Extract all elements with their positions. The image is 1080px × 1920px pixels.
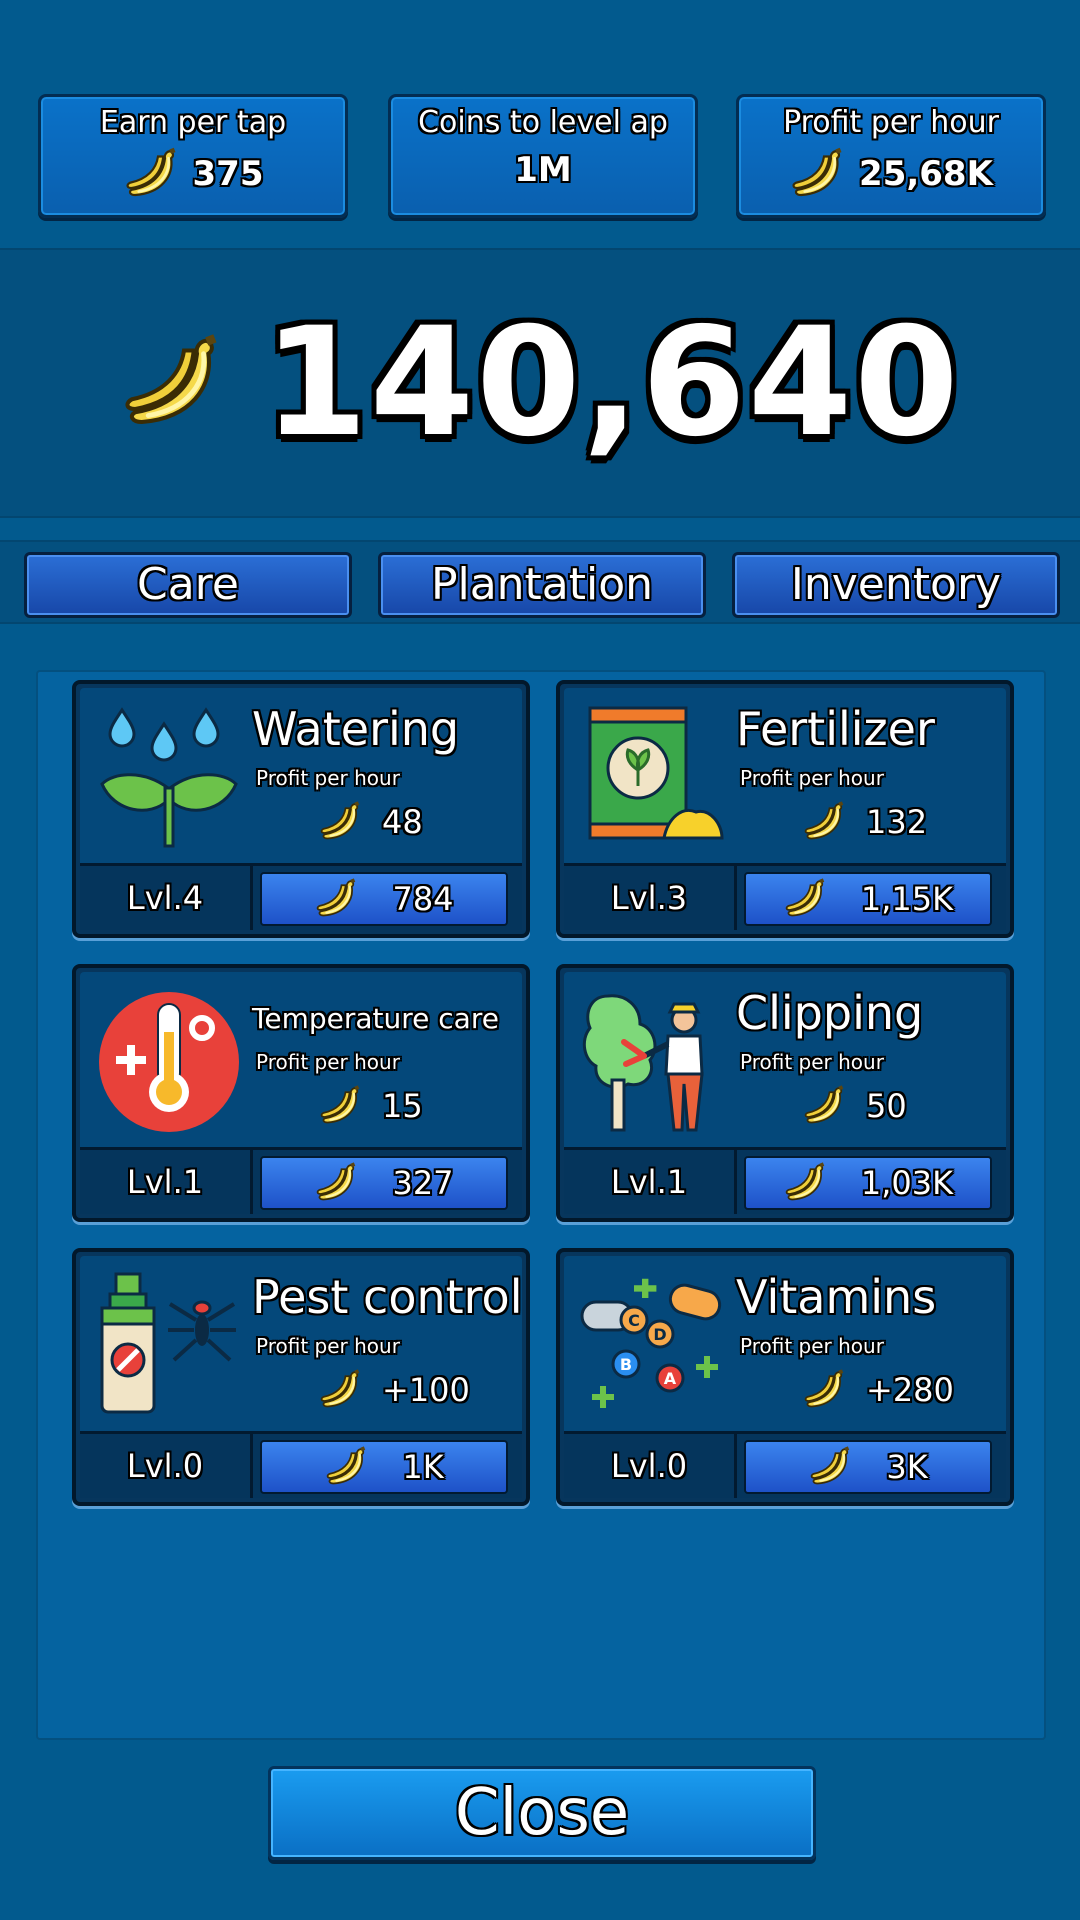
pest-spray-icon	[94, 1268, 244, 1418]
card-profit-value: 48	[382, 803, 423, 841]
tab-care[interactable]: Care	[24, 552, 352, 618]
banana-icon	[783, 877, 827, 921]
tab-bar: Care Plantation Inventory	[0, 540, 1080, 624]
upgrade-price: 3K	[886, 1448, 928, 1486]
card-title: Temperature care	[252, 1002, 499, 1035]
upgrade-panel: Watering Profit per hour 48 Lvl.4 784 Fe…	[36, 670, 1046, 1740]
upgrade-buy-button[interactable]: 1K	[260, 1440, 508, 1494]
banana-icon	[802, 1084, 846, 1128]
profit-per-hour-label: Profit per hour	[740, 766, 884, 790]
profit-per-hour-label: Profit per hour	[783, 105, 999, 140]
vitamin-pills-icon: C D B A	[578, 1268, 728, 1418]
upgrade-buy-button[interactable]: 3K	[744, 1440, 992, 1494]
card-title: Clipping	[736, 986, 924, 1040]
banana-icon	[789, 146, 845, 202]
earn-per-tap-panel: Earn per tap 375	[38, 94, 348, 218]
card-profit-value: 132	[866, 803, 928, 841]
upgrade-price: 327	[392, 1164, 454, 1202]
earn-per-tap-value: 375	[192, 154, 264, 194]
profit-per-hour-label: Profit per hour	[740, 1050, 884, 1074]
card-level: Lvl.3	[610, 879, 688, 917]
banana-icon	[324, 1445, 368, 1489]
upgrade-buy-button[interactable]: 1,15K	[744, 872, 992, 926]
card-level: Lvl.1	[126, 1163, 204, 1201]
balance-amount: 140,640	[263, 296, 961, 470]
coins-to-level-panel: Coins to level ap 1M	[388, 94, 698, 218]
card-title: Pest control	[252, 1270, 523, 1324]
banana-icon	[808, 1445, 852, 1489]
upgrade-card-clipping[interactable]: Clipping Profit per hour 50 Lvl.1 1,03K	[556, 964, 1014, 1222]
upgrade-price: 784	[392, 880, 454, 918]
profit-per-hour-label: Profit per hour	[256, 1050, 400, 1074]
profit-per-hour-value: 25,68K	[859, 154, 993, 194]
card-title: Vitamins	[736, 1270, 937, 1324]
banana-icon	[119, 331, 223, 435]
profit-per-hour-label: Profit per hour	[256, 766, 400, 790]
card-profit-value: +100	[382, 1371, 470, 1409]
profit-per-hour-label: Profit per hour	[740, 1334, 884, 1358]
svg-text:B: B	[620, 1355, 632, 1374]
banana-icon	[318, 1368, 362, 1412]
upgrade-card-watering[interactable]: Watering Profit per hour 48 Lvl.4 784	[72, 680, 530, 938]
upgrade-card-pest-control[interactable]: Pest control Profit per hour +100 Lvl.0 …	[72, 1248, 530, 1506]
upgrade-card-temperature-care[interactable]: Temperature care Profit per hour 15 Lvl.…	[72, 964, 530, 1222]
card-level: Lvl.0	[610, 1447, 688, 1485]
tab-inventory[interactable]: Inventory	[732, 552, 1060, 618]
profit-per-hour-panel: Profit per hour 25,68K	[736, 94, 1046, 218]
balance-band: 140,640	[0, 248, 1080, 518]
banana-icon	[318, 800, 362, 844]
gardener-clipping-icon	[578, 984, 728, 1134]
svg-text:D: D	[653, 1325, 666, 1344]
profit-per-hour-label: Profit per hour	[256, 1334, 400, 1358]
upgrade-buy-button[interactable]: 327	[260, 1156, 508, 1210]
svg-text:C: C	[628, 1311, 640, 1330]
card-profit-value: +280	[866, 1371, 954, 1409]
card-title: Watering	[252, 702, 460, 756]
watering-plant-icon	[94, 700, 244, 850]
coins-to-level-value: 1M	[514, 150, 572, 190]
banana-icon	[802, 1368, 846, 1412]
svg-text:A: A	[664, 1369, 677, 1388]
card-profit-value: 50	[866, 1087, 907, 1125]
banana-icon	[314, 877, 358, 921]
banana-icon	[783, 1161, 827, 1205]
upgrade-price: 1,03K	[860, 1164, 954, 1202]
fertilizer-bag-icon	[578, 700, 728, 850]
upgrade-price: 1,15K	[860, 880, 954, 918]
upgrade-buy-button[interactable]: 1,03K	[744, 1156, 992, 1210]
card-profit-value: 15	[382, 1087, 423, 1125]
banana-icon	[802, 800, 846, 844]
thermometer-icon	[94, 984, 244, 1134]
card-title: Fertilizer	[736, 702, 935, 756]
upgrade-price: 1K	[402, 1448, 444, 1486]
banana-icon	[123, 146, 179, 202]
card-level: Lvl.4	[126, 879, 204, 917]
earn-per-tap-label: Earn per tap	[99, 105, 287, 140]
tab-plantation[interactable]: Plantation	[378, 552, 706, 618]
coins-to-level-label: Coins to level ap	[418, 105, 668, 140]
upgrade-card-fertilizer[interactable]: Fertilizer Profit per hour 132 Lvl.3 1,1…	[556, 680, 1014, 938]
upgrade-buy-button[interactable]: 784	[260, 872, 508, 926]
banana-icon	[314, 1161, 358, 1205]
close-button[interactable]: Close	[268, 1766, 816, 1860]
upgrade-card-vitamins[interactable]: C D B A Vitamins Profit per hour +280 Lv…	[556, 1248, 1014, 1506]
card-level: Lvl.0	[126, 1447, 204, 1485]
card-level: Lvl.1	[610, 1163, 688, 1201]
banana-icon	[318, 1084, 362, 1128]
